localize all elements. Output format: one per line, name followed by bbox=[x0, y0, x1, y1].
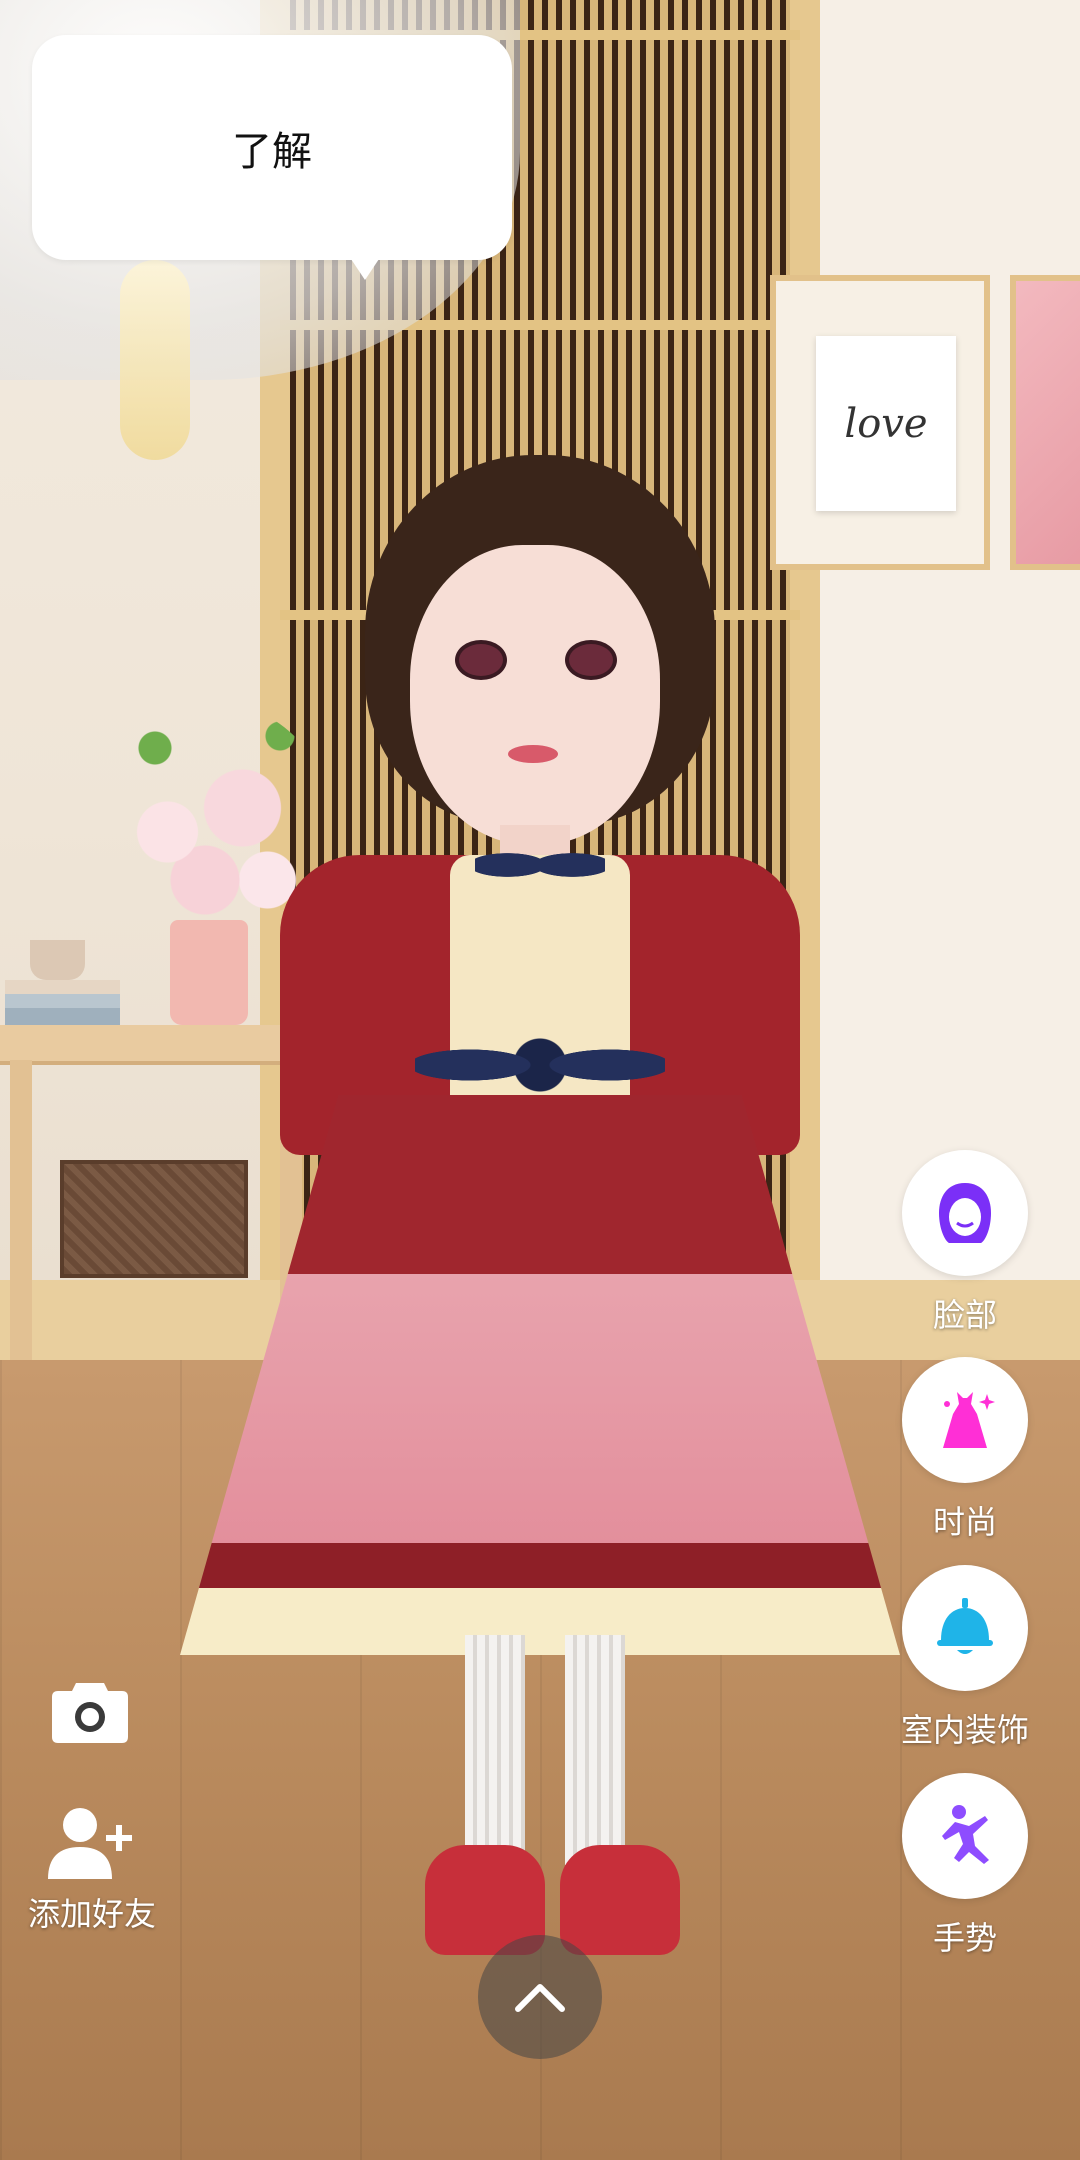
menu-face-circle[interactable] bbox=[902, 1150, 1028, 1276]
avatar-leg-left bbox=[465, 1635, 525, 1865]
avatar-collar-bow bbox=[475, 835, 605, 895]
pose-icon bbox=[942, 1805, 989, 1864]
chevron-up-icon bbox=[515, 1984, 565, 2012]
menu-interior-label: 室内装饰 bbox=[900, 1712, 1029, 1748]
menu-interior-circle[interactable] bbox=[902, 1565, 1028, 1691]
speech-bubble-tail bbox=[345, 250, 385, 280]
avatar-character[interactable] bbox=[170, 455, 910, 2015]
camera-icon bbox=[52, 1683, 128, 1743]
menu-fashion-label: 时尚 bbox=[932, 1504, 997, 1540]
menu-face-button[interactable]: 脸部 bbox=[880, 1150, 1050, 1336]
speech-bubble-text: 了解 bbox=[232, 129, 312, 174]
coffee-cup bbox=[30, 940, 85, 980]
face-icon bbox=[939, 1183, 991, 1243]
avatar-shoe-right bbox=[560, 1845, 680, 1955]
menu-gesture-circle[interactable] bbox=[902, 1773, 1028, 1899]
add-friend-button[interactable]: 添加好友 bbox=[28, 1805, 156, 1935]
menu-fashion-button[interactable]: 时尚 bbox=[880, 1357, 1050, 1543]
avatar-eye-right bbox=[565, 640, 617, 680]
menu-face-label: 脸部 bbox=[932, 1297, 997, 1333]
wall-art-pink-frame bbox=[1010, 275, 1080, 570]
avatar-lips bbox=[508, 745, 558, 763]
avatar-leg-right bbox=[565, 1635, 625, 1865]
add-friend-label: 添加好友 bbox=[28, 1896, 157, 1932]
speech-bubble[interactable]: 了解 bbox=[32, 35, 512, 260]
menu-interior-button[interactable]: 室内装饰 bbox=[880, 1565, 1050, 1751]
menu-fashion-circle[interactable] bbox=[902, 1357, 1028, 1483]
table-leg bbox=[10, 1060, 32, 1360]
avatar-face bbox=[410, 545, 660, 845]
add-friend-icon bbox=[48, 1808, 132, 1879]
menu-gesture-label: 手势 bbox=[932, 1920, 997, 1956]
bell-lamp-icon bbox=[937, 1598, 993, 1654]
menu-gesture-button[interactable]: 手势 bbox=[880, 1773, 1050, 1959]
expand-panel-button[interactable] bbox=[478, 1935, 602, 2059]
dress-icon bbox=[943, 1392, 995, 1448]
book-stack bbox=[5, 980, 120, 1025]
lamp-bulb bbox=[120, 260, 190, 460]
avatar-eye-left bbox=[455, 640, 507, 680]
avatar-dress-skirt bbox=[180, 1095, 900, 1655]
camera-button[interactable] bbox=[50, 1675, 130, 1745]
